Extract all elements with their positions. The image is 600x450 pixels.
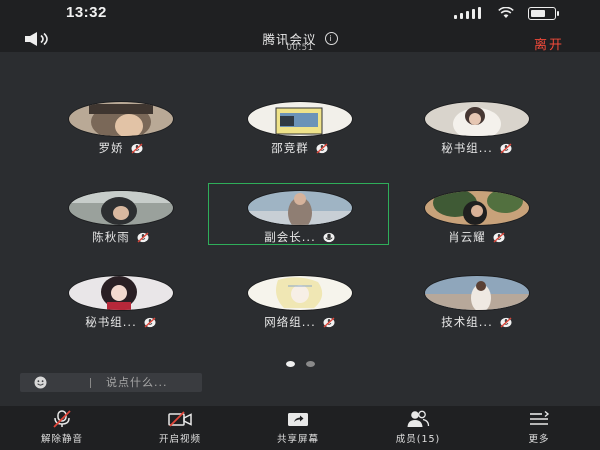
participant-avatar	[248, 276, 352, 310]
page-dot[interactable]	[305, 361, 315, 367]
signal-icon	[454, 7, 484, 19]
participant-tile[interactable]: 陈秋雨	[61, 191, 181, 271]
participant-avatar	[248, 102, 352, 136]
participant-name: 肖云耀	[448, 230, 486, 244]
input-divider	[90, 378, 91, 388]
bottom-toolbar: 解除静音 开启视频 共享屏幕 成员(15) 更多	[0, 406, 600, 450]
emoji-icon[interactable]	[34, 376, 47, 389]
mic-muted-icon	[136, 231, 150, 243]
participant-avatar	[69, 102, 173, 136]
participant-avatar	[69, 276, 173, 310]
meeting-header: 腾讯会议 i 00:51 离开	[0, 24, 600, 53]
participant-name: 罗娇	[98, 141, 124, 155]
participant-tile[interactable]: 网络组...	[240, 276, 360, 356]
start-video-label: 开启视频	[158, 434, 201, 445]
participant-name: 技术组...	[441, 315, 493, 329]
participant-tile[interactable]: 肖云耀	[417, 191, 537, 271]
participant-name-row: 网络组...	[240, 314, 360, 330]
participant-avatar	[425, 191, 529, 225]
mic-muted-icon	[499, 142, 513, 154]
meeting-timer: 00:51	[286, 43, 314, 53]
participant-tile[interactable]: 邵竞群	[240, 102, 360, 182]
participant-name-row: 罗娇	[61, 140, 181, 156]
participant-name-row: 技术组...	[417, 314, 537, 330]
members-button[interactable]: 成员(15)	[373, 406, 463, 450]
unmute-label: 解除静音	[40, 434, 83, 445]
video-off-icon	[168, 411, 192, 427]
participant-name-row: 秘书组...	[61, 314, 181, 330]
participant-tile[interactable]: 秘书组...	[61, 276, 181, 356]
participant-name: 邵竞群	[271, 141, 309, 155]
participant-avatar	[425, 276, 529, 310]
participant-name: 秘书组...	[441, 141, 493, 155]
mic-muted-icon	[130, 142, 144, 154]
mic-muted-icon	[499, 316, 513, 328]
participant-name: 陈秋雨	[92, 230, 130, 244]
unmute-button[interactable]: 解除静音	[17, 406, 107, 450]
participant-name: 秘书组...	[85, 315, 137, 329]
participant-name-row: 秘书组...	[417, 140, 537, 156]
participant-tile[interactable]: 技术组...	[417, 276, 537, 356]
participant-name-row: 陈秋雨	[61, 229, 181, 245]
more-menu-icon	[530, 410, 550, 425]
status-icons	[454, 6, 559, 20]
battery-icon	[528, 6, 559, 20]
participant-avatar	[425, 102, 529, 136]
status-time: 13:32	[66, 4, 107, 21]
active-speaker-frame	[208, 183, 389, 245]
chat-input-bar[interactable]	[20, 373, 202, 392]
page-dot[interactable]	[285, 361, 295, 367]
participant-avatar	[69, 191, 173, 225]
leave-button[interactable]: 离开	[534, 34, 564, 53]
members-icon	[407, 410, 430, 427]
more-label: 更多	[528, 434, 550, 445]
share-screen-label: 共享屏幕	[276, 434, 319, 445]
participant-name-row: 肖云耀	[417, 229, 537, 245]
mic-muted-icon	[492, 231, 506, 243]
wifi-icon	[498, 7, 514, 18]
mic-muted-icon	[143, 316, 157, 328]
mic-muted-icon	[322, 316, 336, 328]
participant-tile[interactable]: 罗娇	[61, 102, 181, 182]
start-video-button[interactable]: 开启视频	[135, 406, 225, 450]
mic-muted-icon	[315, 142, 329, 154]
mic-off-icon	[53, 410, 71, 428]
participant-tile[interactable]: 秘书组...	[417, 102, 537, 182]
share-screen-icon	[288, 413, 308, 426]
share-screen-button[interactable]: 共享屏幕	[253, 406, 343, 450]
meeting-screen: 13:32 腾讯会议 i 00:51 离开 罗娇 邵竞群 秘书组... 陈秋雨 …	[0, 0, 600, 450]
status-bar: 13:32	[0, 0, 600, 24]
participant-name-row: 邵竞群	[240, 140, 360, 156]
participant-name: 网络组...	[264, 315, 316, 329]
chat-input[interactable]	[106, 374, 198, 391]
more-button[interactable]: 更多	[494, 406, 584, 450]
members-label: 成员(15)	[395, 434, 441, 445]
page-indicator	[0, 361, 600, 367]
